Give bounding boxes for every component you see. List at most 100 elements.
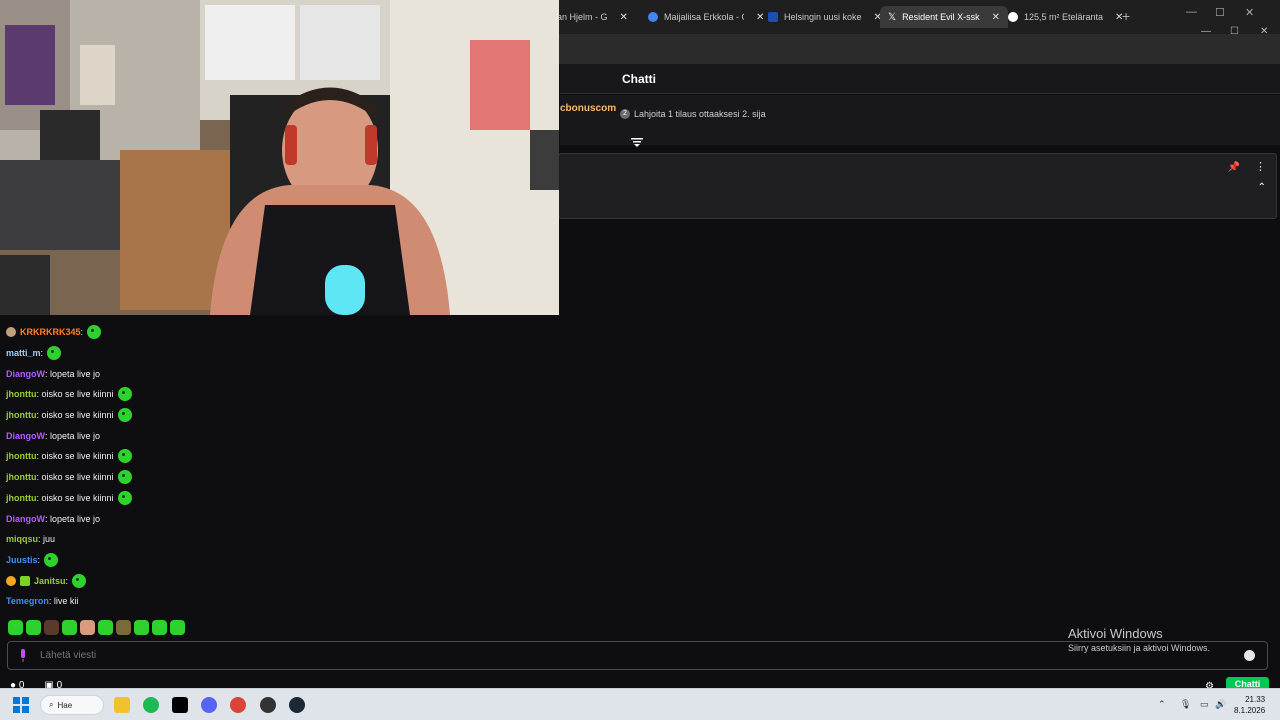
- chat-message[interactable]: jhonttu: oisko se live kiinni: [6, 384, 546, 405]
- hype-train-row: cbonuscom 2 Lahjoita 1 tilaus ottaaksesi…: [560, 95, 1280, 147]
- chat-message[interactable]: Temegron: live kii: [6, 591, 546, 612]
- close-tab-icon[interactable]: ✕: [620, 12, 628, 23]
- chat-message[interactable]: jhonttu: oisko se live kiinni: [6, 467, 546, 488]
- gift-sub-prompt[interactable]: 2 Lahjoita 1 tilaus ottaaksesi 2. sija: [620, 109, 766, 119]
- chat-message-text: oisko se live kiinni: [41, 451, 114, 462]
- chat-message[interactable]: matti_m:: [6, 343, 546, 364]
- gift-rank-icon: 2: [620, 109, 630, 119]
- chat-message-text: oisko se live kiinni: [41, 492, 114, 503]
- emote-icon[interactable]: [8, 620, 23, 635]
- taskbar-search[interactable]: ⌕ Hae: [40, 695, 104, 715]
- chat-message-text: lopeta live jo: [50, 430, 101, 441]
- new-tab-button[interactable]: +: [1122, 8, 1130, 24]
- microphone-tray-icon[interactable]: 🎙: [1180, 699, 1191, 710]
- emote-icon[interactable]: [116, 620, 131, 635]
- chat-message[interactable]: jhonttu: oisko se live kiinni: [6, 446, 546, 467]
- chat-username[interactable]: KRKRKRK345: [20, 327, 81, 337]
- chat-message[interactable]: Juustis:: [6, 550, 546, 571]
- emote-icon: [44, 552, 59, 567]
- chat-username[interactable]: jhonttu: [6, 493, 37, 503]
- steam-icon[interactable]: [289, 697, 305, 713]
- file-explorer-icon[interactable]: [114, 697, 130, 713]
- emote-icon[interactable]: [62, 620, 77, 635]
- emote-icon[interactable]: [44, 620, 59, 635]
- windows-start-icon[interactable]: [13, 697, 29, 713]
- pinned-message: 📌 ⋮ ⌃: [558, 153, 1277, 219]
- emoji-picker-icon[interactable]: [1244, 650, 1255, 661]
- chat-username[interactable]: Juustis: [6, 555, 38, 565]
- emote-icon[interactable]: [26, 620, 41, 635]
- chat-username[interactable]: DiangoW: [6, 514, 45, 524]
- chevron-up-icon[interactable]: ⌃: [1158, 699, 1166, 710]
- chat-username[interactable]: DiangoW: [6, 369, 45, 379]
- emote-icon[interactable]: [98, 620, 113, 635]
- chrome-icon[interactable]: [230, 697, 246, 713]
- chat-message[interactable]: DiangoW: lopeta live jo: [6, 363, 546, 384]
- emote-icon[interactable]: [152, 620, 167, 635]
- top-gifter-name[interactable]: cbonuscom: [560, 103, 616, 114]
- chat-username[interactable]: Janitsu: [34, 576, 66, 586]
- chat-message-input[interactable]: [40, 650, 1040, 661]
- windows-taskbar: ⌕ Hae ⌃ 🎙 ▭ 🔊 21.33 8.1.2026: [0, 688, 1280, 720]
- chat-username[interactable]: jhonttu: [6, 472, 37, 482]
- pin-icon[interactable]: 📌: [1228, 162, 1240, 173]
- webcam-feed: [0, 0, 559, 315]
- close-window-button[interactable]: ✕: [1245, 6, 1254, 19]
- chat-message-text: lopeta live jo: [50, 513, 101, 524]
- chat-username[interactable]: Temegron: [6, 596, 49, 606]
- gift-badge-icon: [20, 575, 30, 586]
- chat-message[interactable]: jhonttu: oisko se live kiinni: [6, 488, 546, 509]
- chevron-up-icon[interactable]: ⌃: [1258, 182, 1266, 193]
- close-tab-icon[interactable]: ✕: [992, 12, 1000, 23]
- search-icon: ⌕: [49, 700, 54, 709]
- windows-activation-watermark: Aktivoi Windows Siirry asetuksiin ja akt…: [1068, 626, 1211, 653]
- chat-message[interactable]: DiangoW: lopeta live jo: [6, 508, 546, 529]
- chat-message[interactable]: KRKRKRK345:: [6, 322, 546, 343]
- microphone-icon[interactable]: [18, 649, 28, 663]
- discord-icon[interactable]: [201, 697, 217, 713]
- more-options-icon[interactable]: ⋮: [1255, 160, 1266, 173]
- x-logo-icon: 𝕏: [888, 11, 897, 23]
- emote-icon[interactable]: [134, 620, 149, 635]
- emote-icon: [117, 490, 132, 505]
- collapse-icon[interactable]: [631, 137, 643, 147]
- chat-message[interactable]: Janitsu:: [6, 570, 546, 591]
- chat-message-text: oisko se live kiinni: [41, 472, 114, 483]
- chat-header: Chatti: [560, 64, 1280, 94]
- browser-tab[interactable]: Helsingin uusi koke ✕: [760, 6, 890, 28]
- chat-message[interactable]: jhonttu: oisko se live kiinni: [6, 405, 546, 426]
- obs-icon[interactable]: [260, 697, 276, 713]
- chat-username[interactable]: jhonttu: [6, 451, 37, 461]
- close-window-button[interactable]: ✕: [1260, 26, 1268, 37]
- sub-badge-icon: [6, 575, 16, 586]
- chat-username[interactable]: matti_m: [6, 348, 41, 358]
- emote-quick-bar: [8, 620, 185, 635]
- maximize-button[interactable]: ☐: [1215, 6, 1225, 19]
- chat-username[interactable]: miqqsu: [6, 534, 38, 544]
- chat-title: Chatti: [622, 72, 656, 86]
- chat-username[interactable]: DiangoW: [6, 431, 45, 441]
- maximize-button[interactable]: ☐: [1230, 26, 1239, 37]
- chat-message-text: oisko se live kiinni: [41, 410, 114, 421]
- chat-username[interactable]: jhonttu: [6, 410, 37, 420]
- webcam-image: [0, 0, 559, 315]
- minimize-button[interactable]: —: [1186, 6, 1197, 18]
- taskbar-clock[interactable]: 21.33 8.1.2026: [1234, 694, 1265, 716]
- browser-tab[interactable]: Maijaliisa Erkkola - G ✕: [640, 6, 772, 28]
- network-icon[interactable]: ▭: [1200, 699, 1209, 710]
- minimize-button[interactable]: —: [1201, 26, 1211, 37]
- chat-message-list: KRKRKRK345: matti_m: DiangoW: lopeta liv…: [6, 322, 546, 612]
- chat-username[interactable]: jhonttu: [6, 389, 37, 399]
- volume-icon[interactable]: 🔊: [1215, 699, 1226, 710]
- browser-tab[interactable]: 125,5 m² Eteläranta ✕: [1000, 6, 1131, 28]
- emote-icon: [117, 387, 132, 402]
- x-app-icon[interactable]: [172, 697, 188, 713]
- emote-icon: [72, 573, 87, 588]
- chat-message[interactable]: DiangoW: lopeta live jo: [6, 425, 546, 446]
- spotify-icon[interactable]: [143, 697, 159, 713]
- browser-tab-active[interactable]: 𝕏 Resident Evil X-ssk ✕: [880, 6, 1008, 28]
- chat-message[interactable]: miqqsu: juu: [6, 529, 546, 550]
- hs-icon: [768, 12, 778, 22]
- emote-icon[interactable]: [80, 620, 95, 635]
- emote-icon[interactable]: [170, 620, 185, 635]
